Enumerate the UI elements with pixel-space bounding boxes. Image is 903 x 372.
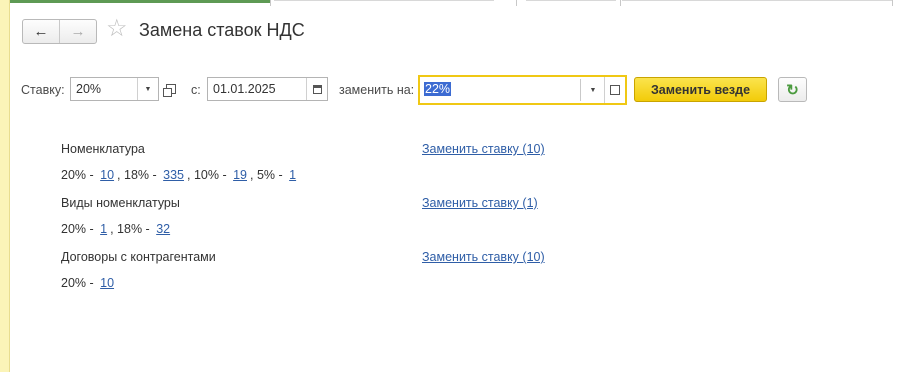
- rate-separator: ,: [117, 168, 124, 182]
- refresh-icon: ↻: [786, 81, 799, 99]
- rate-select[interactable]: 20% ▼: [70, 77, 159, 101]
- rate-label: Ставку:: [21, 83, 65, 97]
- tab-strip: [10, 0, 903, 6]
- rate-separator: ,: [110, 222, 118, 236]
- calendar-icon[interactable]: [306, 78, 327, 100]
- forward-button[interactable]: →: [59, 20, 96, 43]
- page-title: Замена ставок НДС: [139, 20, 305, 40]
- rate-open-button[interactable]: [162, 80, 180, 98]
- forward-arrow-icon: →: [70, 23, 86, 40]
- chevron-down-icon[interactable]: ▼: [583, 77, 603, 103]
- replace-with-label: заменить на:: [339, 83, 415, 97]
- rate-label: 18% -: [117, 222, 154, 236]
- rate-label: 20% -: [61, 222, 98, 236]
- replace-open-button[interactable]: [604, 77, 625, 103]
- rate-count-link[interactable]: 1: [286, 168, 299, 182]
- replace-rate-link[interactable]: Заменить ставку (1): [422, 196, 538, 210]
- rate-count-link[interactable]: 10: [97, 168, 117, 182]
- date-value: 01.01.2025: [213, 82, 276, 96]
- date-label: с:: [191, 83, 201, 97]
- rate-count-link[interactable]: 335: [160, 168, 187, 182]
- rate-separator: ,: [187, 168, 194, 182]
- rate-counts: 20% - 1, 18% - 32: [61, 222, 173, 236]
- rate-count-link[interactable]: 19: [230, 168, 250, 182]
- replace-everywhere-button[interactable]: Заменить везде: [634, 77, 767, 102]
- left-panel-stripe: [0, 0, 10, 372]
- replace-with-select[interactable]: 22% ▼: [418, 75, 627, 105]
- refresh-button[interactable]: ↻: [778, 77, 807, 102]
- back-button[interactable]: ←: [23, 20, 59, 43]
- rate-separator: ,: [250, 168, 257, 182]
- rate-count-link[interactable]: 10: [97, 276, 117, 290]
- rate-count-link[interactable]: 1: [97, 222, 110, 236]
- section-title: Виды номенклатуры: [61, 196, 180, 210]
- rate-label: 20% -: [61, 168, 98, 182]
- favorite-star-icon[interactable]: ☆: [106, 17, 128, 41]
- replace-rate-link[interactable]: Заменить ставку (10): [422, 250, 545, 264]
- rate-value: 20%: [76, 82, 102, 96]
- rate-counts: 20% - 10: [61, 276, 117, 290]
- replace-rate-link[interactable]: Заменить ставку (10): [422, 142, 545, 156]
- open-window-icon: [610, 85, 620, 95]
- section-title: Номенклатура: [61, 142, 145, 156]
- open-window-icon: [163, 84, 176, 97]
- rate-count-link[interactable]: 32: [153, 222, 173, 236]
- navigation-buttons: ← →: [22, 19, 97, 44]
- replace-with-value: 22%: [424, 82, 452, 96]
- chevron-down-icon[interactable]: ▼: [137, 78, 158, 100]
- date-field[interactable]: 01.01.2025: [207, 77, 328, 101]
- rate-label: 5% -: [256, 168, 287, 182]
- rate-label: 20% -: [61, 276, 98, 290]
- section-title: Договоры с контрагентами: [61, 250, 216, 264]
- rate-label: 10% -: [193, 168, 231, 182]
- rate-label: 18% -: [124, 168, 161, 182]
- rate-counts: 20% - 10, 18% - 335, 10% - 19, 5% - 1: [61, 168, 299, 182]
- back-arrow-icon: ←: [33, 23, 49, 40]
